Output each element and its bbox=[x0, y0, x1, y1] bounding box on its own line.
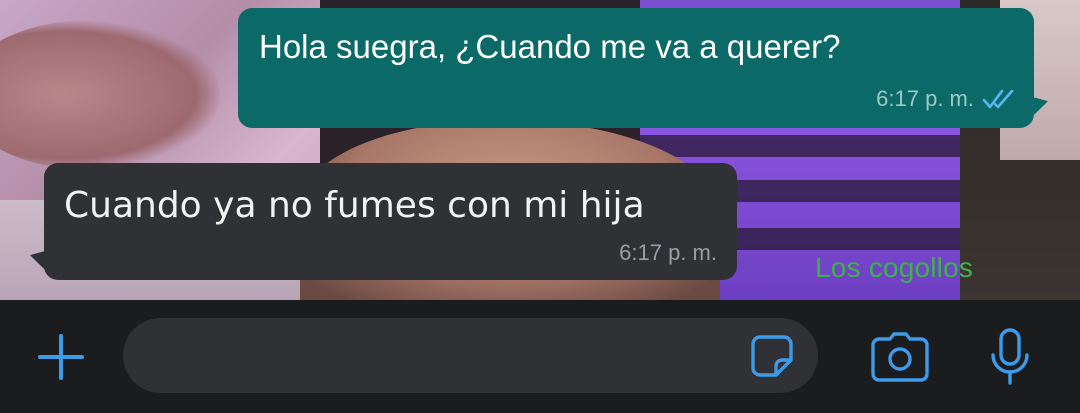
outgoing-message-meta: 6:17 p. m. bbox=[876, 86, 1016, 112]
microphone-icon[interactable] bbox=[988, 328, 1032, 386]
incoming-message-bubble[interactable]: Cuando ya no fumes con mi hija 6:17 p. m… bbox=[44, 163, 737, 280]
incoming-message-time: 6:17 p. m. bbox=[619, 240, 717, 265]
outgoing-message-bubble[interactable]: Hola suegra, ¿Cuando me va a querer? 6:1… bbox=[238, 8, 1034, 128]
sticker-icon[interactable] bbox=[750, 334, 794, 378]
incoming-message-text: Cuando ya no fumes con mi hija bbox=[64, 185, 645, 226]
outgoing-message-text: Hola suegra, ¿Cuando me va a querer? bbox=[259, 28, 841, 65]
message-input[interactable] bbox=[123, 318, 818, 393]
camera-icon[interactable] bbox=[870, 332, 930, 382]
double-check-icon bbox=[982, 87, 1016, 111]
watermark-text: Los cogollos bbox=[815, 252, 974, 283]
plus-icon[interactable] bbox=[36, 332, 86, 382]
outgoing-message-time: 6:17 p. m. bbox=[876, 86, 974, 111]
